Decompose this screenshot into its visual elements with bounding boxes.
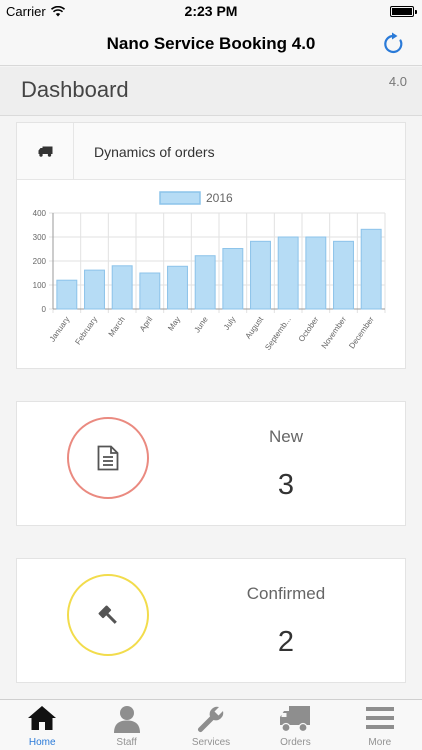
tab-orders-label: Orders bbox=[280, 737, 311, 748]
app-title: Nano Service Booking 4.0 bbox=[106, 34, 316, 53]
legend-label: 2016 bbox=[206, 191, 233, 205]
y-tick-label: 100 bbox=[33, 281, 47, 290]
orders-bar-chart: 0 100 200 300 400 January February March April Ma… bbox=[33, 191, 386, 352]
x-tick-label: April bbox=[138, 315, 155, 333]
confirmed-orders-label: Confirmed bbox=[246, 584, 326, 603]
version-label: 4.0 bbox=[388, 74, 407, 89]
x-tick-label: January bbox=[48, 315, 72, 343]
new-orders-badge bbox=[67, 417, 149, 499]
bar-july bbox=[222, 248, 244, 310]
y-tick-label: 200 bbox=[33, 257, 47, 266]
battery-icon bbox=[390, 6, 417, 17]
tab-orders[interactable]: Orders bbox=[253, 700, 337, 750]
y-tick-label: 400 bbox=[33, 209, 47, 218]
status-time: 2:23 PM bbox=[184, 3, 238, 19]
tab-bar: Home Staff Services Orders More bbox=[0, 699, 422, 750]
confirmed-orders-count: 2 bbox=[277, 626, 295, 658]
home-icon bbox=[28, 706, 57, 730]
x-tick-label: Septemb... bbox=[263, 315, 293, 352]
tab-home-label: Home bbox=[28, 737, 56, 748]
new-orders-count: 3 bbox=[277, 469, 295, 501]
confirmed-orders-badge bbox=[67, 574, 149, 656]
navigation-bar: Nano Service Booking 4.0 bbox=[0, 22, 422, 66]
truck-icon bbox=[38, 146, 52, 157]
tab-staff-label: Staff bbox=[116, 737, 137, 748]
orders-chart-card: Dynamics of orders 0 100 200 300 400 January F… bbox=[16, 122, 406, 369]
page-header: Dashboard 4.0 bbox=[0, 67, 422, 116]
x-tick-label: July bbox=[222, 315, 238, 332]
bar-october bbox=[305, 236, 327, 310]
status-bar: Carrier 2:23 PM bbox=[0, 0, 422, 22]
tab-staff[interactable]: Staff bbox=[84, 700, 168, 750]
y-tick-label: 0 bbox=[42, 305, 47, 314]
chart-header: Dynamics of orders bbox=[17, 123, 405, 180]
x-tick-label: August bbox=[243, 314, 265, 340]
bar-june bbox=[194, 255, 216, 310]
tab-services[interactable]: Services bbox=[169, 700, 253, 750]
tab-home[interactable]: Home bbox=[0, 700, 84, 750]
tab-more[interactable]: More bbox=[338, 700, 422, 750]
new-orders-label: New bbox=[268, 427, 303, 446]
new-orders-card[interactable]: New 3 bbox=[16, 401, 406, 526]
menu-icon bbox=[365, 707, 394, 729]
x-tick-label: February bbox=[73, 315, 99, 346]
document-icon bbox=[97, 445, 119, 471]
x-tick-label: June bbox=[192, 315, 210, 335]
bar-august bbox=[250, 240, 271, 310]
bar-january bbox=[56, 279, 78, 310]
refresh-icon[interactable] bbox=[382, 32, 406, 56]
bar-may bbox=[167, 265, 188, 310]
bar-february bbox=[84, 269, 105, 310]
x-tick-label: October bbox=[297, 315, 321, 344]
gavel-icon bbox=[98, 605, 117, 624]
page-title: Dashboard bbox=[21, 77, 129, 102]
x-tick-label: March bbox=[107, 315, 127, 338]
chart-title: Dynamics of orders bbox=[94, 144, 215, 160]
bar-march bbox=[111, 265, 133, 310]
bar-december bbox=[360, 228, 382, 310]
x-tick-label: May bbox=[166, 315, 182, 333]
truck-icon bbox=[280, 706, 311, 733]
tab-services-label: Services bbox=[191, 737, 231, 748]
confirmed-orders-card[interactable]: Confirmed 2 bbox=[16, 558, 406, 683]
person-icon bbox=[113, 706, 140, 733]
x-tick-label: November bbox=[320, 315, 349, 351]
bar-november bbox=[333, 240, 354, 310]
y-tick-label: 300 bbox=[33, 233, 47, 242]
wrench-icon bbox=[198, 706, 224, 732]
truck-icon-cell bbox=[17, 123, 74, 180]
bar-september bbox=[277, 236, 299, 310]
legend-swatch bbox=[159, 191, 201, 205]
bar-april bbox=[139, 272, 161, 310]
tab-more-label: More bbox=[368, 737, 392, 748]
x-tick-label: December bbox=[347, 315, 376, 351]
